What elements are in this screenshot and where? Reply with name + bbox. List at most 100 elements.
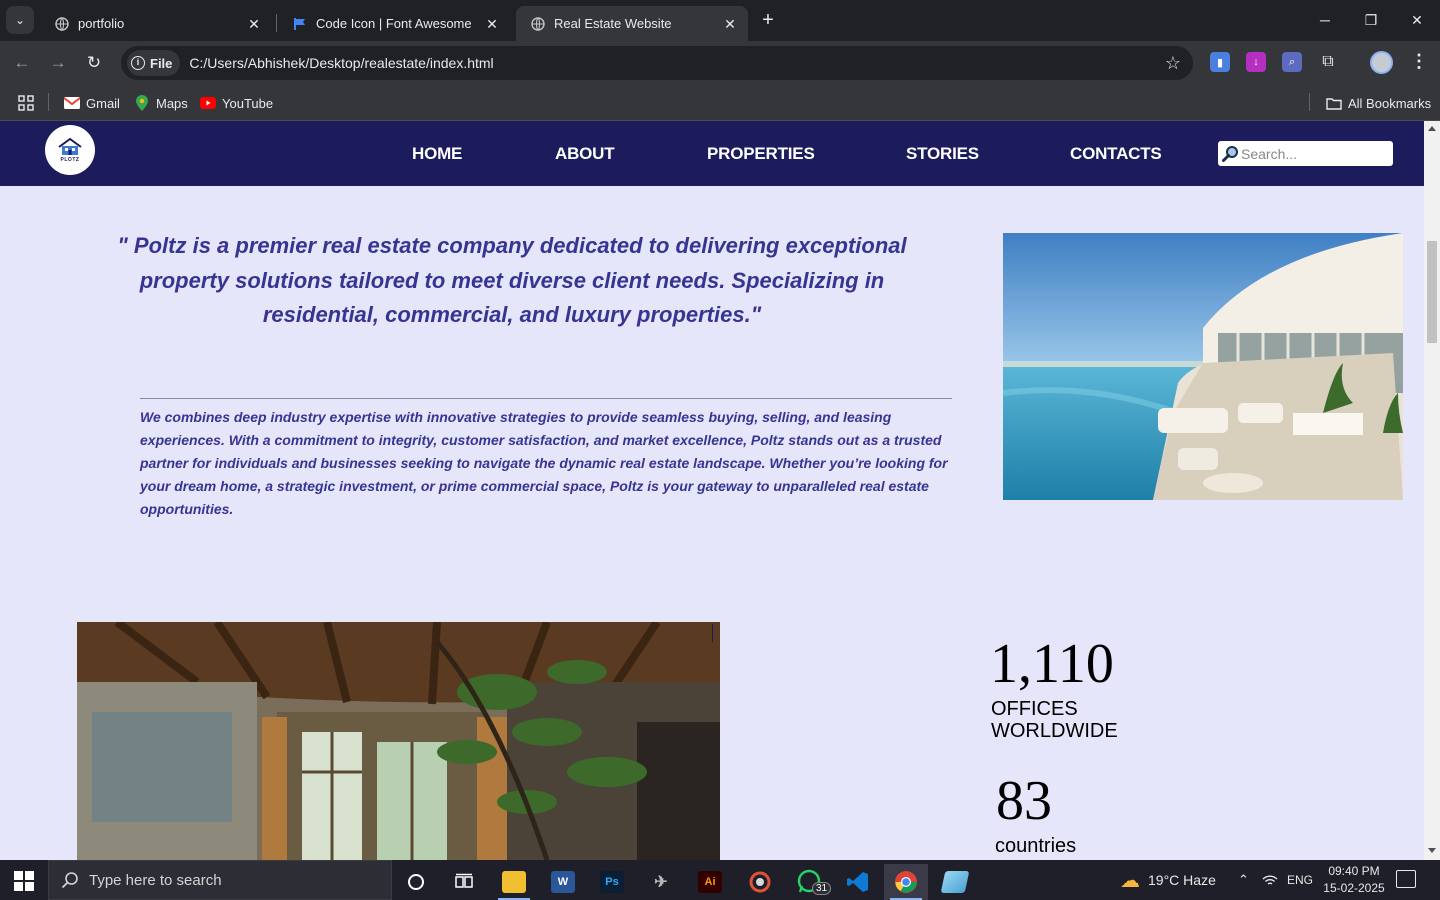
scheme-label: File: [150, 55, 173, 71]
address-bar[interactable]: i File C:/Users/Abhishek/Desktop/realest…: [121, 46, 1193, 80]
tab-title: Real Estate Website: [554, 16, 672, 31]
nav-home-link[interactable]: HOME: [412, 144, 462, 164]
stat-offices-number: 1,110: [990, 633, 1114, 695]
globe-icon: [54, 16, 70, 32]
cortana-circle-icon: [408, 874, 424, 890]
gmail-icon: [64, 96, 80, 110]
wifi-icon: [1262, 875, 1278, 885]
task-view-button[interactable]: [442, 864, 486, 900]
photoshop-button[interactable]: Ps: [590, 864, 634, 900]
site-info-chip[interactable]: i File: [127, 50, 181, 76]
page-viewport: PLOTZ HOME ABOUT PROPERTIES STORIES CONT…: [0, 121, 1424, 860]
resolve-icon: [749, 871, 771, 893]
language-indicator[interactable]: ENG: [1287, 860, 1313, 900]
scroll-up-arrow-icon[interactable]: [1428, 126, 1436, 131]
tab-search-button[interactable]: ⌄: [6, 6, 34, 34]
game-app-button[interactable]: ✈: [639, 864, 683, 900]
close-icon[interactable]: ✕: [722, 16, 738, 32]
bookmark-separator: [1309, 93, 1310, 111]
forward-button[interactable]: →: [44, 49, 72, 77]
taskbar-search[interactable]: Type here to search: [48, 860, 392, 900]
nav-contacts-link[interactable]: CONTACTS: [1070, 144, 1162, 164]
extension-docs-icon[interactable]: ▮: [1210, 52, 1230, 72]
whatsapp-badge: 31: [812, 882, 832, 895]
davinci-button[interactable]: [738, 864, 782, 900]
close-icon[interactable]: ✕: [246, 16, 262, 32]
reload-button[interactable]: ↻: [80, 49, 108, 77]
bookmark-label: Maps: [156, 95, 188, 111]
maps-icon: [134, 95, 150, 111]
windows-taskbar: Type here to search W Ps ✈ Ai 31 ☁ 19°C …: [0, 860, 1440, 900]
windows-start-icon[interactable]: [14, 871, 34, 891]
back-button[interactable]: ←: [8, 49, 36, 77]
vscode-button[interactable]: [836, 864, 880, 900]
notes-icon: [940, 871, 970, 893]
tab-title: Code Icon | Font Awesome: [316, 16, 472, 31]
word-icon: W: [551, 871, 575, 893]
network-status[interactable]: [1262, 860, 1278, 900]
arrow-right-icon: →: [49, 53, 67, 72]
arrow-left-icon: ←: [13, 53, 31, 72]
bookmark-star-icon[interactable]: ☆: [1165, 53, 1181, 74]
flag-icon: [292, 16, 308, 32]
tab-font-awesome[interactable]: Code Icon | Font Awesome ✕: [278, 6, 510, 41]
url-text[interactable]: C:/Users/Abhishek/Desktop/realestate/ind…: [189, 55, 493, 71]
section-divider: [140, 398, 952, 399]
bookmark-maps[interactable]: Maps: [134, 93, 188, 113]
profile-avatar[interactable]: [1370, 51, 1393, 74]
minimize-button[interactable]: ─: [1302, 0, 1348, 40]
page-scrollbar[interactable]: [1424, 121, 1440, 860]
apps-grid-icon[interactable]: [18, 93, 34, 113]
browser-tab-bar: ⌄ portfolio ✕ Code Icon | Font Awesome ✕…: [0, 0, 1440, 41]
site-logo[interactable]: PLOTZ: [45, 125, 95, 175]
chrome-button[interactable]: [884, 864, 928, 900]
restore-button[interactable]: ❐: [1348, 0, 1394, 40]
chrome-icon: [895, 871, 917, 893]
notes-app-button[interactable]: [933, 864, 977, 900]
close-icon[interactable]: ✕: [484, 16, 500, 32]
interior-room-image: [77, 622, 720, 860]
weather-text: 19°C Haze: [1148, 872, 1216, 888]
bookmark-youtube[interactable]: YouTube: [200, 93, 273, 113]
scroll-down-arrow-icon[interactable]: [1428, 848, 1436, 853]
nav-about-link[interactable]: ABOUT: [555, 144, 615, 164]
browser-toolbar: ← → ↻ i File C:/Users/Abhishek/Desktop/r…: [0, 41, 1440, 85]
stat-offices-label-1: OFFICES: [991, 698, 1078, 720]
extension-download-icon[interactable]: ↓: [1246, 52, 1266, 72]
extensions-puzzle-icon[interactable]: ⧉: [1318, 52, 1338, 72]
site-search[interactable]: [1218, 141, 1393, 166]
reload-icon: ↻: [86, 53, 102, 72]
chevron-up-icon: ⌃: [1238, 872, 1249, 887]
scroll-thumb[interactable]: [1427, 241, 1437, 343]
nav-properties-link[interactable]: PROPERTIES: [707, 144, 815, 164]
more-menu-icon[interactable]: ⋮: [1410, 51, 1428, 72]
vscode-icon: [847, 872, 868, 892]
bookmark-gmail[interactable]: Gmail: [64, 93, 120, 113]
photoshop-icon: Ps: [600, 871, 624, 893]
nav-stories-link[interactable]: STORIES: [906, 144, 979, 164]
tab-portfolio[interactable]: portfolio ✕: [40, 6, 272, 41]
file-explorer-button[interactable]: [492, 864, 536, 900]
all-bookmarks-label: All Bookmarks: [1348, 95, 1432, 111]
whatsapp-button[interactable]: 31: [788, 864, 832, 900]
notification-center-icon[interactable]: [1396, 870, 1416, 888]
word-button[interactable]: W: [541, 864, 585, 900]
window-close-button[interactable]: ✕: [1394, 0, 1440, 40]
tab-real-estate[interactable]: Real Estate Website ✕: [516, 6, 748, 41]
weather-widget[interactable]: ☁ 19°C Haze: [1120, 860, 1216, 900]
all-bookmarks-button[interactable]: All Bookmarks: [1326, 93, 1431, 113]
taskbar-clock[interactable]: 09:40 PM 15-02-2025: [1318, 863, 1390, 897]
search-icon: [1222, 146, 1238, 162]
new-tab-button[interactable]: +: [756, 8, 780, 32]
cortana-button[interactable]: [394, 864, 438, 900]
show-hidden-icons-button[interactable]: ⌃: [1238, 860, 1249, 900]
extension-search-icon[interactable]: ⌕: [1282, 52, 1302, 72]
illustrator-icon: Ai: [698, 871, 722, 893]
company-quote: " Poltz is a premier real estate company…: [117, 233, 907, 327]
search-input[interactable]: [1241, 145, 1391, 162]
bookmarks-bar: Gmail Maps YouTube All Bookmarks: [0, 85, 1440, 121]
logo-text: PLOTZ: [60, 156, 80, 163]
tab-title: portfolio: [78, 16, 125, 31]
illustrator-button[interactable]: Ai: [688, 864, 732, 900]
youtube-icon: [200, 96, 216, 110]
